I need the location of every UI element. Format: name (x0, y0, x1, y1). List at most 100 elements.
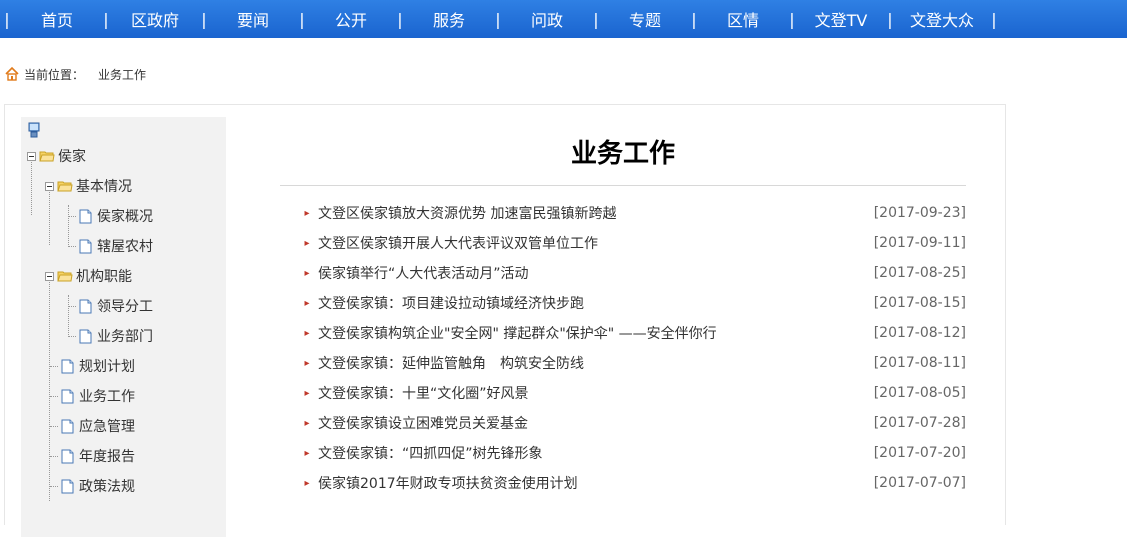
tree-node-houjia-overview[interactable]: 侯家概况 (79, 205, 153, 227)
tree-node-policies[interactable]: 政策法规 (61, 475, 135, 497)
nav-district-info[interactable]: 区情 (700, 7, 786, 31)
folder-open-icon (39, 151, 55, 161)
tree-node-organization[interactable]: 机构职能 (45, 265, 132, 287)
article-date: [2017-08-12] (873, 325, 966, 341)
title-divider (280, 185, 966, 186)
tree-node-emergency[interactable]: 应急管理 (61, 415, 135, 437)
tree-node-annual-report[interactable]: 年度报告 (61, 445, 135, 467)
article-link[interactable]: 文登区侯家镇放大资源优势 加速富民强镇新跨越 (318, 203, 874, 223)
nav-public[interactable]: 公开 (308, 7, 394, 31)
tree-node-label: 年度报告 (79, 449, 135, 465)
tree-node-label: 基本情况 (76, 179, 132, 195)
bullet-arrow-icon: ▸ (304, 327, 310, 339)
nav-separator: | (397, 9, 403, 29)
tree-node-villages[interactable]: 辖屋农村 (79, 235, 153, 257)
article-link[interactable]: 文登侯家镇设立困难党员关爱基金 (318, 413, 874, 433)
folder-open-icon (57, 181, 73, 191)
bullet-arrow-icon: ▸ (304, 417, 310, 429)
article-link[interactable]: 侯家镇2017年财政专项扶贫资金使用计划 (318, 473, 874, 493)
document-icon (79, 329, 92, 343)
nav-topics[interactable]: 专题 (602, 7, 688, 31)
document-icon (61, 359, 74, 373)
nav-separator: | (593, 9, 599, 29)
tree-node-label: 业务部门 (97, 329, 153, 345)
bullet-arrow-icon: ▸ (304, 477, 310, 489)
article-date: [2017-09-23] (873, 205, 966, 221)
list-item: ▸ 侯家镇举行“人大代表活动月”活动 [2017-08-25] (280, 258, 966, 288)
article-link[interactable]: 文登侯家镇构筑企业"安全网" 撑起群众"保护伞" ——安全伴你行 (318, 323, 874, 343)
nav-district-government[interactable]: 区政府 (112, 7, 198, 31)
article-date: [2017-08-15] (873, 295, 966, 311)
tree-node-planning[interactable]: 规划计划 (61, 355, 135, 377)
collapse-icon[interactable] (27, 151, 36, 161)
document-icon (79, 209, 92, 223)
breadcrumb-current[interactable]: 业务工作 (98, 66, 146, 83)
tree-node-leadership[interactable]: 领导分工 (79, 295, 153, 317)
folder-open-icon (57, 271, 73, 281)
nav-services[interactable]: 服务 (406, 7, 492, 31)
nav-separator: | (103, 9, 109, 29)
bullet-arrow-icon: ▸ (304, 207, 310, 219)
tree-node-label: 政策法规 (79, 479, 135, 495)
computer-icon (28, 122, 40, 138)
bullet-arrow-icon: ▸ (304, 297, 310, 309)
bullet-arrow-icon: ▸ (304, 357, 310, 369)
document-icon (61, 419, 74, 433)
article-date: [2017-07-07] (873, 475, 966, 491)
document-icon (61, 389, 74, 403)
nav-news[interactable]: 要闻 (210, 7, 296, 31)
nav-separator: | (495, 9, 501, 29)
tree-node-label: 侯家 (58, 149, 86, 165)
breadcrumb-label: 当前位置： (24, 67, 85, 82)
list-item: ▸ 文登区侯家镇开展人大代表评议双管单位工作 [2017-09-11] (280, 228, 966, 258)
page-title: 业务工作 (570, 139, 675, 169)
nav-separator: | (4, 9, 10, 29)
top-navigation: | 首页 | 区政府 | 要闻 | 公开 | 服务 | 问政 | 专题 | 区情… (0, 0, 1127, 38)
nav-wendeng-dazhong[interactable]: 文登大众 (896, 7, 988, 31)
article-list: ▸ 文登区侯家镇放大资源优势 加速富民强镇新跨越 [2017-09-23] ▸ … (280, 198, 966, 498)
article-link[interactable]: 侯家镇举行“人大代表活动月”活动 (318, 263, 874, 283)
article-date: [2017-07-28] (873, 415, 966, 431)
tree-node-label: 领导分工 (97, 299, 153, 315)
nav-separator: | (691, 9, 697, 29)
collapse-icon[interactable] (45, 181, 54, 191)
sidebar-tree: 侯家 基本情况 侯家概况 辖屋农村 机构职能 领导分工 业务部门 规划计划 业务… (21, 117, 226, 537)
collapse-icon[interactable] (45, 271, 54, 281)
list-item: ▸ 侯家镇2017年财政专项扶贫资金使用计划 [2017-07-07] (280, 468, 966, 498)
document-icon (79, 299, 92, 313)
bullet-arrow-icon: ▸ (304, 447, 310, 459)
bullet-arrow-icon: ▸ (304, 237, 310, 249)
article-link[interactable]: 文登侯家镇：项目建设拉动镇域经济快步跑 (318, 293, 874, 313)
nav-separator: | (201, 9, 207, 29)
tree-node-business-work[interactable]: 业务工作 (61, 385, 135, 407)
list-item: ▸ 文登侯家镇：延伸监管触角 构筑安全防线 [2017-08-11] (280, 348, 966, 378)
tree-node-label: 辖屋农村 (97, 239, 153, 255)
document-icon (61, 449, 74, 463)
tree-node-departments[interactable]: 业务部门 (79, 325, 153, 347)
article-date: [2017-08-05] (873, 385, 966, 401)
article-date: [2017-09-11] (873, 235, 966, 251)
bullet-arrow-icon: ▸ (304, 387, 310, 399)
tree-node-basic-info[interactable]: 基本情况 (45, 175, 132, 197)
tree-node-houjia[interactable]: 侯家 (27, 145, 86, 167)
home-icon (5, 66, 19, 81)
tree-node-label: 应急管理 (79, 419, 135, 435)
tree-node-label: 机构职能 (76, 269, 132, 285)
document-icon (61, 479, 74, 493)
list-item: ▸ 文登侯家镇：十里“文化圈”好风景 [2017-08-05] (280, 378, 966, 408)
nav-inquiry[interactable]: 问政 (504, 7, 590, 31)
nav-separator: | (887, 9, 893, 29)
document-icon (79, 239, 92, 253)
nav-home[interactable]: 首页 (14, 7, 100, 31)
list-item: ▸ 文登侯家镇构筑企业"安全网" 撑起群众"保护伞" ——安全伴你行 [2017… (280, 318, 966, 348)
nav-wendeng-tv[interactable]: 文登TV (798, 7, 884, 31)
bullet-arrow-icon: ▸ (304, 267, 310, 279)
article-link[interactable]: 文登侯家镇：“四抓四促”树先锋形象 (318, 443, 874, 463)
tree-node-label: 侯家概况 (97, 209, 153, 225)
list-item: ▸ 文登区侯家镇放大资源优势 加速富民强镇新跨越 [2017-09-23] (280, 198, 966, 228)
list-item: ▸ 文登侯家镇：“四抓四促”树先锋形象 [2017-07-20] (280, 438, 966, 468)
article-link[interactable]: 文登区侯家镇开展人大代表评议双管单位工作 (318, 233, 874, 253)
article-link[interactable]: 文登侯家镇：延伸监管触角 构筑安全防线 (318, 353, 874, 373)
breadcrumb: 当前位置： 业务工作 (4, 64, 146, 84)
article-link[interactable]: 文登侯家镇：十里“文化圈”好风景 (318, 383, 874, 403)
